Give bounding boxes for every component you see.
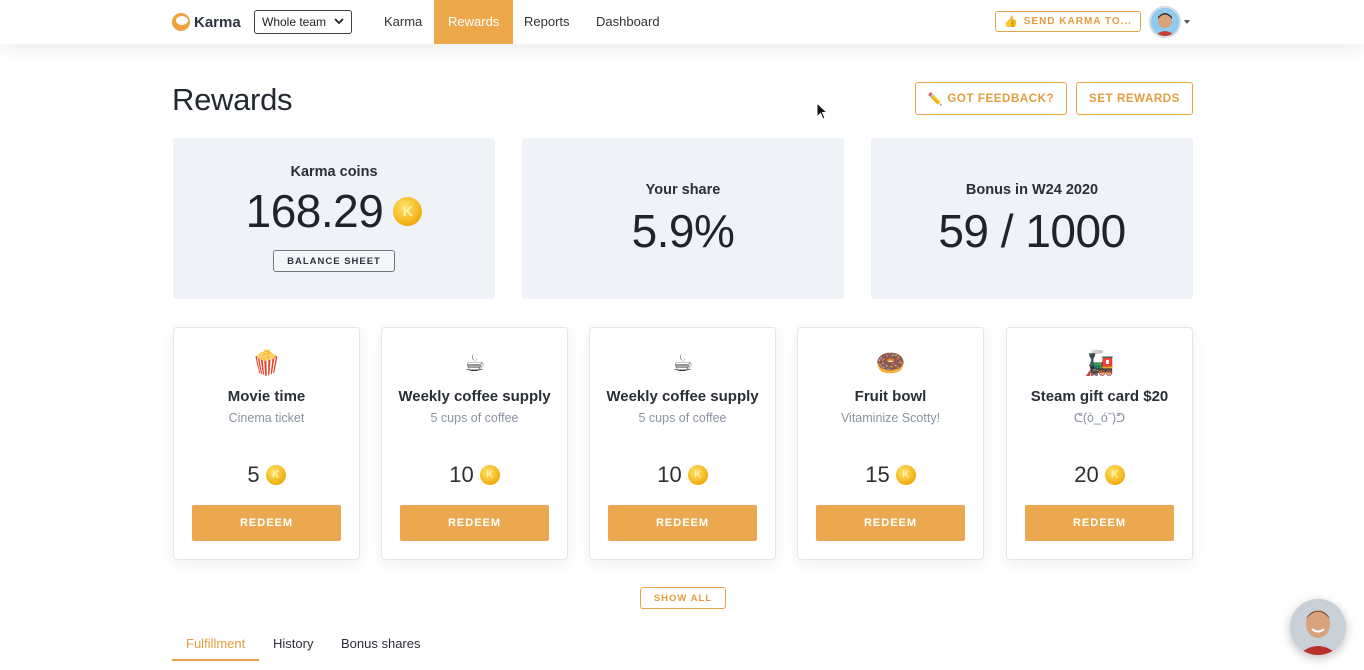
- nav-link-rewards[interactable]: Rewards: [434, 0, 514, 44]
- bonus-label: Bonus in W24 2020: [965, 182, 1099, 198]
- reward-title: Fruit bowl: [854, 388, 927, 405]
- reward-price: 5: [247, 462, 260, 487]
- train-icon: 🚂: [1084, 350, 1115, 377]
- logo-text: Karma: [194, 13, 241, 31]
- reward-description: Cinema ticket: [228, 411, 305, 425]
- popcorn-icon: 🍿: [251, 350, 282, 377]
- feedback-label: GOT FEEDBACK?: [947, 92, 1055, 105]
- karma-logo-icon: [172, 13, 190, 31]
- karma-coin-icon: K: [895, 465, 916, 485]
- set-rewards-button[interactable]: SET REWARDS: [1076, 82, 1193, 115]
- show-all-button[interactable]: SHOW ALL: [640, 587, 726, 609]
- reward-card: 🚂 Steam gift card $20 ᕦ(ò_óˇ)ᕤ 20 K REDE…: [1006, 327, 1193, 560]
- coffee-icon: ☕: [671, 350, 694, 377]
- coffee-icon: ☕: [463, 350, 486, 377]
- reward-price: 20: [1074, 462, 1099, 487]
- karma-coin-icon: K: [265, 465, 286, 485]
- user-avatar[interactable]: [1149, 6, 1181, 38]
- nav-link-reports[interactable]: Reports: [524, 0, 570, 44]
- bonus-card: Bonus in W24 2020 59 / 1000: [871, 138, 1193, 299]
- thumbs-up-icon: 👍: [1004, 16, 1019, 28]
- pencil-icon: ✏️: [927, 91, 944, 106]
- tab-fulfillment[interactable]: Fulfillment: [172, 636, 260, 661]
- your-share-card: Your share 5.9%: [522, 138, 844, 299]
- karma-coin-icon: K: [479, 465, 500, 485]
- page-title: Rewards: [172, 82, 293, 117]
- top-navigation-bar: Karma Whole team Karma Rewards Reports D…: [0, 0, 1364, 44]
- reward-card: ☕ Weekly coffee supply 5 cups of coffee …: [589, 327, 776, 560]
- reward-price: 10: [657, 462, 682, 487]
- karma-coins-card: Karma coins 168.29 K BALANCE SHEET: [173, 138, 495, 299]
- reward-price: 10: [449, 462, 474, 487]
- support-chat-avatar[interactable]: [1290, 599, 1346, 655]
- send-karma-button[interactable]: 👍 SEND KARMA TO...: [995, 11, 1141, 32]
- team-select[interactable]: Whole team: [254, 10, 352, 34]
- reward-card: ☕ Weekly coffee supply 5 cups of coffee …: [381, 327, 568, 560]
- nav-link-karma[interactable]: Karma: [384, 0, 422, 44]
- reward-description: ᕦ(ò_óˇ)ᕤ: [1073, 411, 1126, 425]
- your-share-value: 5.9%: [631, 205, 735, 257]
- reward-title: Weekly coffee supply: [398, 388, 551, 405]
- reward-description: 5 cups of coffee: [430, 411, 519, 425]
- redeem-button[interactable]: REDEEM: [192, 505, 341, 541]
- reward-title: Weekly coffee supply: [606, 388, 759, 405]
- redeem-button[interactable]: REDEEM: [400, 505, 549, 541]
- karma-coins-value: 168.29: [245, 185, 384, 237]
- redeem-button[interactable]: REDEEM: [1025, 505, 1174, 541]
- feedback-button[interactable]: ✏️ GOT FEEDBACK?: [915, 82, 1067, 115]
- karma-coins-label: Karma coins: [290, 164, 378, 180]
- karma-coin-icon: K: [1104, 465, 1125, 485]
- reward-description: 5 cups of coffee: [638, 411, 727, 425]
- caret-down-icon[interactable]: [1184, 20, 1190, 24]
- karma-coin-icon: K: [393, 196, 423, 226]
- tab-bonus-shares[interactable]: Bonus shares: [341, 636, 421, 661]
- reward-description: Vitaminize Scotty!: [840, 411, 941, 425]
- fruit-bowl-icon: 🍩: [875, 350, 906, 377]
- karma-coin-icon: K: [687, 465, 708, 485]
- balance-sheet-button[interactable]: BALANCE SHEET: [273, 250, 395, 272]
- chevron-down-icon: [334, 18, 344, 25]
- team-select-value: Whole team: [262, 15, 327, 29]
- bonus-value: 59 / 1000: [938, 205, 1126, 257]
- send-karma-label: SEND KARMA TO...: [1023, 16, 1132, 27]
- karma-logo[interactable]: Karma: [172, 11, 241, 33]
- redeem-button[interactable]: REDEEM: [816, 505, 965, 541]
- reward-card: 🍩 Fruit bowl Vitaminize Scotty! 15 K RED…: [797, 327, 984, 560]
- nav-link-dashboard[interactable]: Dashboard: [596, 0, 660, 44]
- your-share-label: Your share: [645, 182, 721, 198]
- support-avatar-image: [1290, 599, 1346, 655]
- reward-title: Movie time: [227, 388, 306, 405]
- user-avatar-image: [1151, 8, 1179, 36]
- reward-card: 🍿 Movie time Cinema ticket 5 K REDEEM: [173, 327, 360, 560]
- mouse-cursor-icon: [816, 102, 829, 120]
- reward-title: Steam gift card $20: [1030, 388, 1169, 405]
- tab-history[interactable]: History: [273, 636, 313, 661]
- redeem-button[interactable]: REDEEM: [608, 505, 757, 541]
- reward-price: 15: [865, 462, 890, 487]
